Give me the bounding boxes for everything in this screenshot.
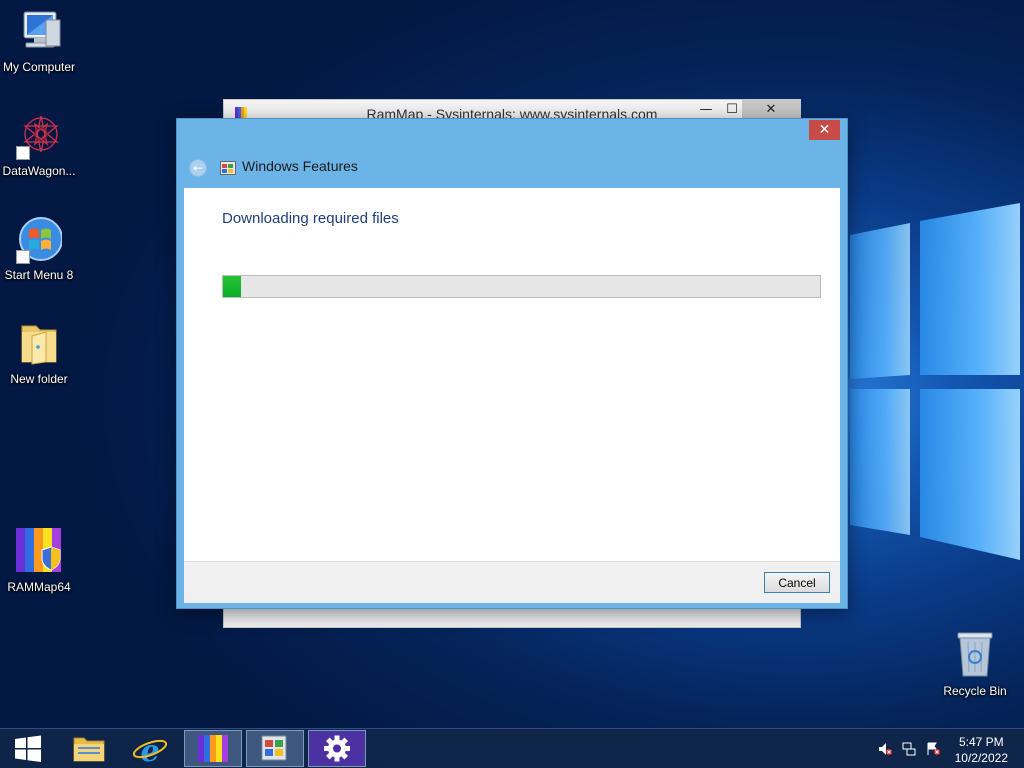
- dialog-header: ← Windows Features: [185, 155, 839, 181]
- desktop-icon-label: My Computer: [2, 60, 76, 74]
- desktop-icon-label: Start Menu 8: [4, 268, 74, 282]
- dialog-close-button[interactable]: ✕: [809, 120, 840, 140]
- shortcut-arrow-icon: [16, 146, 30, 160]
- desktop-icon-start-menu-8[interactable]: Start Menu 8: [0, 216, 78, 282]
- taskbar: e 5:47 PM 10/2/2022: [0, 728, 1024, 768]
- download-progress-bar: [222, 275, 821, 298]
- file-explorer-icon: [73, 737, 105, 762]
- desktop-icon-label: Recycle Bin: [943, 684, 1007, 698]
- svg-text:e: e: [140, 734, 159, 767]
- desktop-icon-datawagon[interactable]: DataWagon...: [0, 112, 78, 178]
- desktop-icon-label: RAMMap64: [7, 580, 71, 594]
- taskbar-file-explorer[interactable]: [60, 730, 118, 767]
- desktop-icon-my-computer[interactable]: My Computer: [0, 8, 78, 74]
- volume-muted-icon[interactable]: [878, 742, 892, 756]
- desktop-icon-new-folder[interactable]: New folder: [0, 320, 78, 386]
- taskbar-rammap[interactable]: [184, 730, 242, 767]
- start-menu-8-icon: [16, 216, 63, 264]
- desktop-icon-label: DataWagon...: [2, 164, 76, 178]
- dialog-content: Downloading required files: [184, 188, 840, 561]
- windows-start-icon: [15, 735, 41, 762]
- system-tray: 5:47 PM 10/2/2022: [864, 729, 1024, 768]
- recycle-bin-icon: [952, 632, 998, 680]
- dialog-title: Windows Features: [242, 158, 358, 174]
- rammap-minimize-button[interactable]: —: [692, 100, 720, 120]
- internet-explorer-icon: e: [132, 734, 168, 768]
- shortcut-arrow-icon: [16, 250, 30, 264]
- desktop: My Computer DataWagon... Start Menu 8 Ne…: [0, 0, 1024, 768]
- dialog-footer: Cancel: [184, 561, 840, 603]
- taskbar-clock[interactable]: 5:47 PM 10/2/2022: [955, 734, 1008, 766]
- rammap-icon: [16, 528, 62, 576]
- start-button[interactable]: [0, 730, 58, 767]
- clock-date: 10/2/2022: [954, 751, 1008, 765]
- taskbar-settings[interactable]: [308, 730, 366, 767]
- action-center-flag-icon[interactable]: [926, 742, 940, 756]
- taskbar-internet-explorer[interactable]: e: [121, 730, 179, 768]
- back-arrow-icon[interactable]: ←: [189, 159, 207, 177]
- rammap-close-button[interactable]: ✕: [757, 100, 785, 120]
- clock-time: 5:47 PM: [958, 735, 1004, 749]
- datawagon-icon: [16, 112, 62, 160]
- rammap-taskbar-icon: [198, 735, 228, 762]
- cancel-button[interactable]: Cancel: [764, 572, 830, 593]
- settings-gear-icon: [309, 731, 365, 766]
- windows-features-taskbar-icon: [261, 735, 287, 761]
- windows-features-dialog[interactable]: ✕ ← Windows Features Downloading require…: [176, 118, 848, 609]
- network-icon[interactable]: [902, 742, 916, 756]
- download-progress-fill: [223, 276, 241, 297]
- download-status-heading: Downloading required files: [222, 210, 399, 227]
- desktop-icon-recycle-bin[interactable]: Recycle Bin: [936, 632, 1014, 698]
- desktop-icon-label: New folder: [10, 372, 68, 386]
- taskbar-windows-features[interactable]: [246, 730, 304, 767]
- folder-icon: [16, 320, 62, 368]
- desktop-icon-rammap64[interactable]: RAMMap64: [0, 528, 78, 594]
- computer-icon: [16, 8, 62, 56]
- windows-features-app-icon: [220, 161, 236, 175]
